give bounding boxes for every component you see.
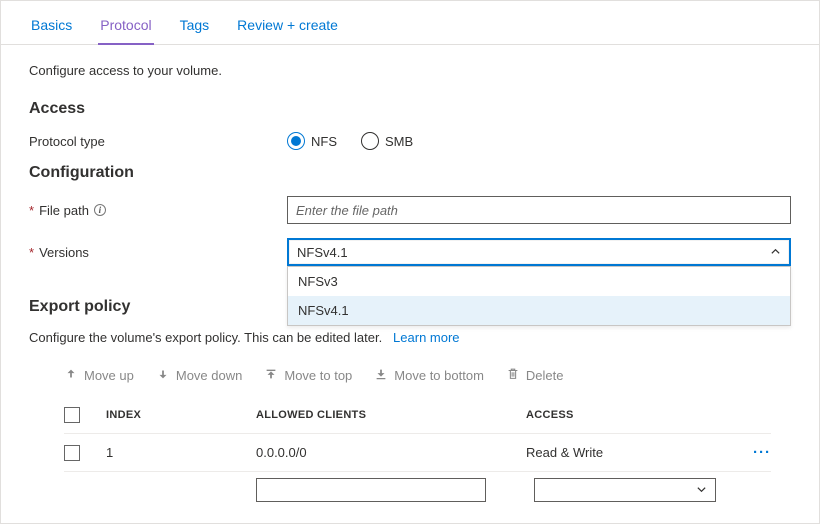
required-mark: *	[29, 245, 34, 260]
file-path-input[interactable]	[287, 196, 791, 224]
learn-more-link[interactable]: Learn more	[393, 330, 459, 345]
section-access: Access	[29, 100, 791, 118]
col-access: Access	[526, 409, 731, 421]
dropdown-option-nfsv41[interactable]: NFSv4.1	[288, 296, 790, 325]
tab-review-create[interactable]: Review + create	[235, 17, 340, 44]
label-protocol-type: Protocol type	[29, 134, 287, 149]
select-all-checkbox[interactable]	[64, 407, 80, 423]
tab-bar: Basics Protocol Tags Review + create	[1, 1, 819, 45]
move-top-button[interactable]: Move to top	[264, 367, 352, 384]
row-more-button[interactable]: ···	[753, 444, 771, 461]
cell-index: 1	[106, 445, 256, 460]
table-toolbar: Move up Move down Move to top Move to bo…	[29, 367, 791, 396]
move-bottom-button[interactable]: Move to bottom	[374, 367, 484, 384]
col-allowed-clients: Allowed Clients	[256, 409, 526, 421]
table-footer-inputs	[29, 472, 791, 502]
page-description: Configure access to your volume.	[29, 63, 791, 78]
radio-smb[interactable]: SMB	[361, 132, 413, 150]
export-policy-description: Configure the volume's export policy. Th…	[29, 330, 791, 345]
move-up-button[interactable]: Move up	[64, 367, 134, 384]
col-index: Index	[106, 409, 256, 421]
new-allowed-clients-input[interactable]	[256, 478, 486, 502]
table-header-row: Index Allowed Clients Access	[64, 396, 771, 434]
dropdown-value: NFSv4.1	[297, 245, 348, 260]
required-mark: *	[29, 203, 34, 218]
export-policy-table: Index Allowed Clients Access 1 0.0.0.0/0…	[29, 396, 791, 472]
arrow-bottom-icon	[374, 367, 388, 384]
versions-dropdown-list: NFSv3 NFSv4.1	[287, 266, 791, 326]
dropdown-option-nfsv3[interactable]: NFSv3	[288, 267, 790, 296]
tab-protocol[interactable]: Protocol	[98, 17, 153, 45]
table-row[interactable]: 1 0.0.0.0/0 Read & Write ···	[64, 434, 771, 472]
radio-label: NFS	[311, 134, 337, 149]
versions-dropdown[interactable]: NFSv4.1	[287, 238, 791, 266]
label-file-path: * File path i	[29, 203, 287, 218]
trash-icon	[506, 367, 520, 384]
arrow-up-icon	[64, 367, 78, 384]
content-area: Configure access to your volume. Access …	[1, 45, 819, 502]
radio-icon	[361, 132, 379, 150]
new-access-select[interactable]	[534, 478, 716, 502]
radio-nfs[interactable]: NFS	[287, 132, 337, 150]
tab-basics[interactable]: Basics	[29, 17, 74, 44]
cell-access: Read & Write	[526, 445, 731, 460]
tab-tags[interactable]: Tags	[178, 17, 212, 44]
arrow-top-icon	[264, 367, 278, 384]
label-versions: * Versions	[29, 245, 287, 260]
arrow-down-icon	[156, 367, 170, 384]
cell-allowed-clients: 0.0.0.0/0	[256, 445, 526, 460]
section-configuration: Configuration	[29, 164, 791, 182]
delete-button[interactable]: Delete	[506, 367, 564, 384]
info-icon[interactable]: i	[94, 204, 106, 216]
chevron-down-icon	[696, 483, 707, 498]
move-down-button[interactable]: Move down	[156, 367, 242, 384]
chevron-up-icon	[770, 245, 781, 260]
row-checkbox[interactable]	[64, 445, 80, 461]
radio-label: SMB	[385, 134, 413, 149]
protocol-type-radio-group: NFS SMB	[287, 132, 413, 150]
radio-icon	[287, 132, 305, 150]
